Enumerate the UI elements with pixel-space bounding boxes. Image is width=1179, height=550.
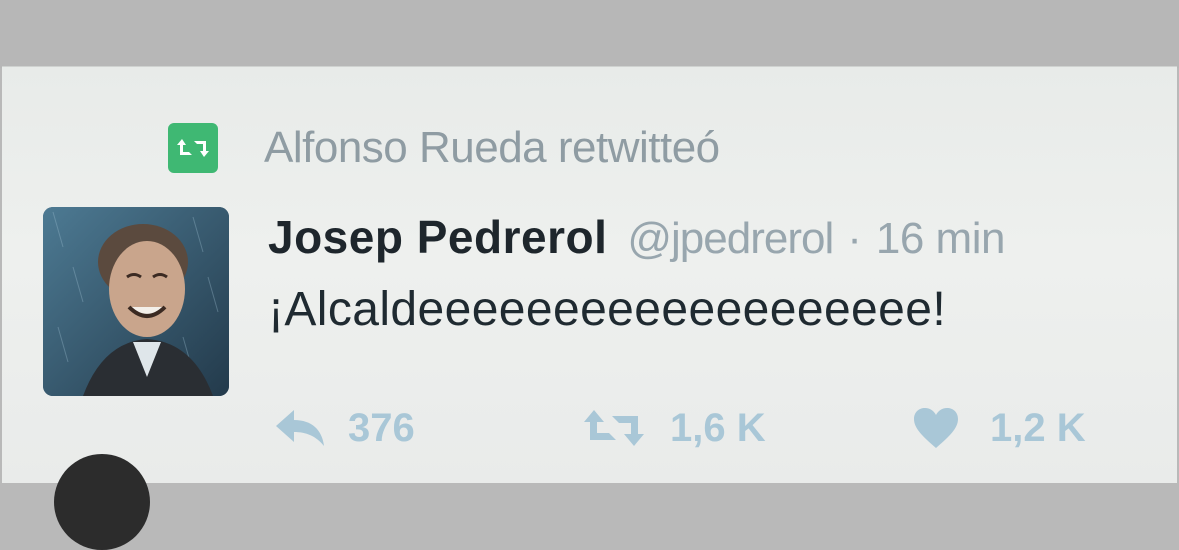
author-handle[interactable]: @jpedrerol: [627, 214, 834, 264]
retweet-icon: [584, 410, 644, 446]
retweet-badge-icon: [168, 123, 218, 173]
tweet-actions: 376 1,6 K 1,2 K: [270, 398, 1150, 458]
retweet-button[interactable]: 1,6 K: [582, 398, 766, 458]
tweet-text: ¡Alcaldeeeeeeeeeeeeeeeeeee!: [268, 283, 947, 336]
avatar-photo: [43, 207, 229, 396]
author-name[interactable]: Josep Pedrerol: [268, 210, 607, 264]
like-button[interactable]: 1,2 K: [912, 398, 1086, 458]
retweet-icon: [177, 139, 209, 157]
retweet-context: Alfonso Rueda retwitteó: [168, 118, 720, 178]
retweet-count: 1,6 K: [670, 405, 766, 450]
like-count: 1,2 K: [990, 405, 1086, 450]
tweet-timestamp[interactable]: 16 min: [876, 214, 1006, 264]
separator-dot: ·: [847, 214, 862, 263]
retweeted-by-label[interactable]: Alfonso Rueda retwitteó: [264, 123, 720, 173]
reply-icon: [276, 410, 324, 446]
heart-icon: [914, 408, 958, 448]
top-background-band: [0, 0, 1179, 68]
author-avatar[interactable]: [43, 207, 229, 396]
tweet-header: Josep Pedrerol @jpedrerol · 16 min: [268, 210, 1005, 268]
corner-shadow: [54, 454, 150, 550]
reply-button[interactable]: 376: [274, 398, 415, 458]
reply-count: 376: [348, 405, 415, 450]
